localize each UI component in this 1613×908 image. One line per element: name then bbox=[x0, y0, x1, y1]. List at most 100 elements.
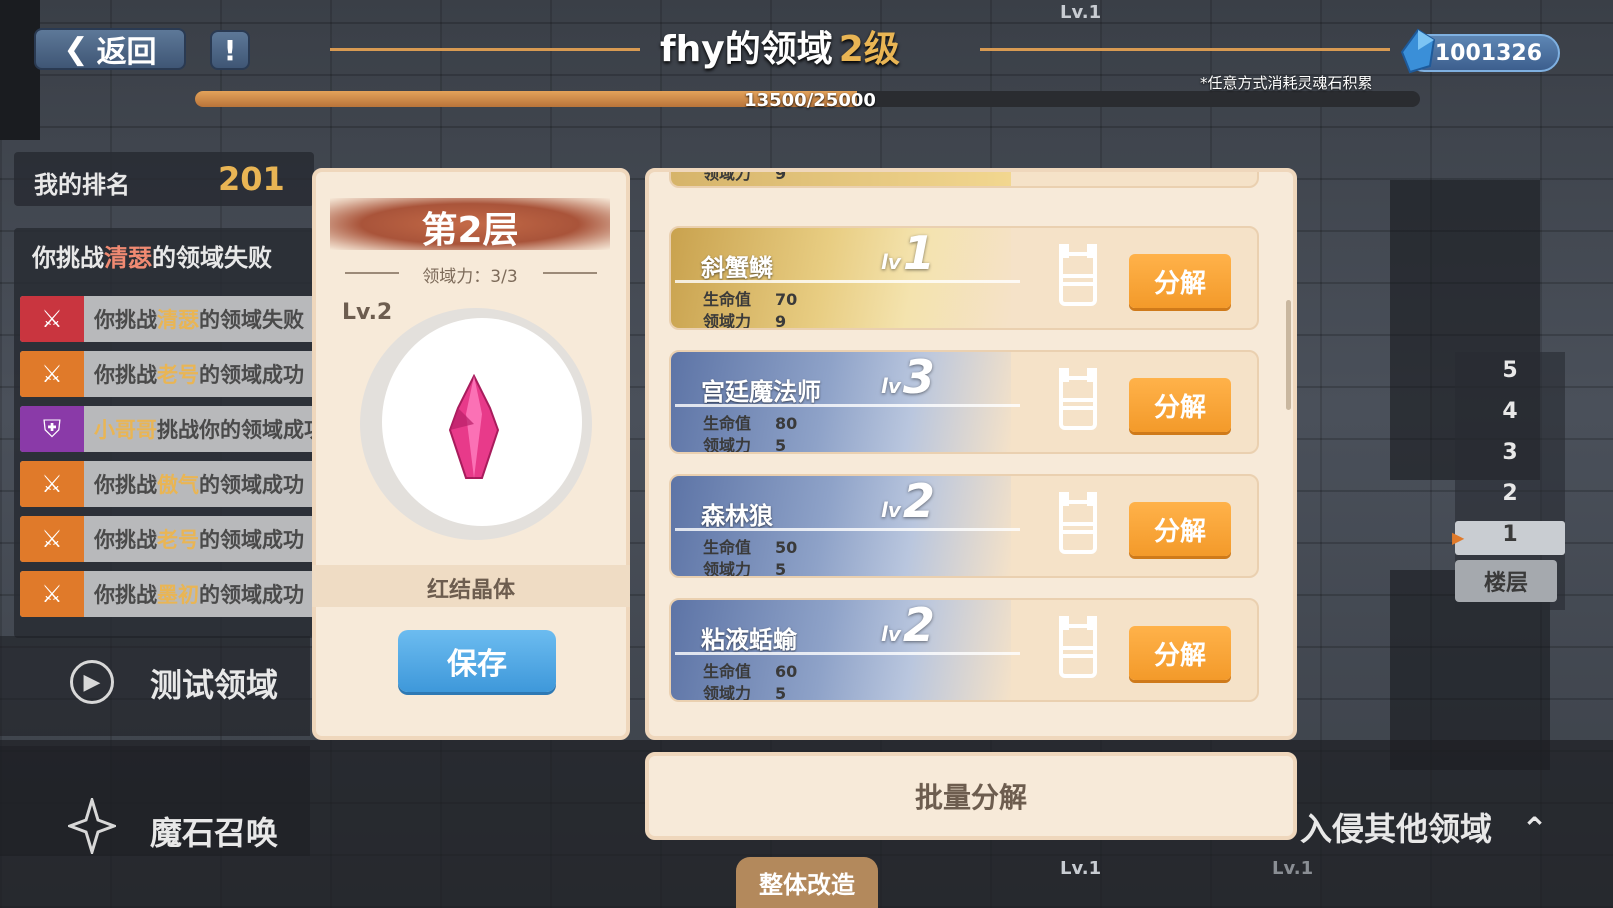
summon-star-icon bbox=[68, 798, 116, 854]
battle-log-row[interactable]: ⛨ 小哥哥挑战你的领域成功 bbox=[20, 406, 320, 452]
power-value: 5 bbox=[775, 560, 787, 578]
battle-log-row[interactable]: ⚔ 你挑战墨初的领域成功 bbox=[20, 571, 320, 617]
decompose-button[interactable]: 分解 bbox=[1129, 254, 1231, 308]
monster-card[interactable]: 粘液蛞蝓 lv2 生命值 60 领域力 5 分解 bbox=[669, 598, 1259, 702]
test-domain-label: 测试领域 bbox=[150, 666, 279, 704]
log-name: 老号 bbox=[157, 363, 199, 387]
shield-icon: ⛨ bbox=[20, 406, 84, 452]
battle-log-row[interactable]: ⚔ 你挑战傲气的领域成功 bbox=[20, 461, 320, 507]
monster-name: 森林狼 bbox=[701, 502, 773, 530]
batch-decompose-label: 批量分解 bbox=[914, 781, 1027, 814]
log-post: 的领域成功 bbox=[199, 473, 304, 497]
battle-log-text: 你挑战傲气的领域成功 bbox=[94, 469, 304, 499]
rank-value: 201 bbox=[218, 160, 285, 198]
log-post: 的领域成功 bbox=[199, 583, 304, 607]
scene-level-label: Lv.1 bbox=[1060, 2, 1102, 23]
power-label: 领域力 bbox=[703, 436, 752, 454]
monster-divider bbox=[675, 528, 1020, 531]
back-button[interactable]: ❮ 返回 bbox=[34, 28, 186, 70]
log-name: 清瑟 bbox=[157, 308, 199, 332]
invade-label: 入侵其他领域 bbox=[1300, 810, 1493, 848]
battle-log-text: 你挑战墨初的领域成功 bbox=[94, 579, 304, 609]
level-prefix: lv bbox=[881, 250, 901, 274]
monster-card[interactable]: 森林狼 lv2 生命值 50 领域力 5 分解 bbox=[669, 474, 1259, 578]
batch-decompose-button[interactable]: 批量分解 bbox=[645, 752, 1297, 840]
decompose-button[interactable]: 分解 bbox=[1129, 378, 1231, 432]
battle-log-text: 小哥哥挑战你的领域成功 bbox=[94, 414, 320, 444]
floor-number[interactable]: 1 bbox=[1455, 522, 1565, 547]
scene-level-label: Lv.1 bbox=[1060, 858, 1102, 879]
alert-button[interactable]: ! bbox=[210, 30, 250, 70]
domain-exp-text: 13500/25000 bbox=[744, 90, 876, 111]
log-name: 傲气 bbox=[157, 473, 199, 497]
invade-other-domain-button[interactable]: 入侵其他领域 ⌃ bbox=[1300, 804, 1548, 850]
monster-power: 领域力 9 bbox=[703, 308, 786, 328]
monster-power: 领域力 5 bbox=[703, 432, 786, 454]
floor-title: 第2层 bbox=[421, 210, 519, 251]
level-prefix: lv bbox=[881, 622, 901, 646]
save-button[interactable]: 保存 bbox=[398, 630, 556, 692]
monster-level: lv1 bbox=[881, 228, 935, 280]
monster-list-panel: 领域力 9 斜蟹鳞 lv1 生命值 70 领域力 9 分解 宫廷魔法师 lv3 生命值 80 领域力 5 分… bbox=[645, 168, 1297, 740]
log-name: 墨初 bbox=[157, 583, 199, 607]
hp-label: 生命值 bbox=[703, 662, 752, 681]
monster-card[interactable]: 斜蟹鳞 lv1 生命值 70 领域力 9 分解 bbox=[669, 226, 1259, 330]
battle-log-row[interactable]: ⚔ 你挑战老号的领域成功 bbox=[20, 516, 320, 562]
monster-card[interactable]: 宫廷魔法师 lv3 生命值 80 领域力 5 分解 bbox=[669, 350, 1259, 454]
sword-icon: ⚔ bbox=[20, 461, 84, 507]
stair-shadow bbox=[0, 0, 40, 140]
crystal-name: 红结晶体 bbox=[426, 578, 515, 603]
monster-power: 领域力 9 bbox=[703, 168, 787, 184]
monster-divider bbox=[675, 652, 1020, 655]
level-value: 3 bbox=[902, 350, 935, 404]
floor-number[interactable]: 3 bbox=[1455, 440, 1565, 465]
back-label: 返回 bbox=[96, 35, 157, 70]
floor-button[interactable]: 楼层 bbox=[1455, 560, 1557, 602]
battle-log-row[interactable]: ⚔ 你挑战老号的领域成功 bbox=[20, 351, 320, 397]
title-divider-right bbox=[980, 48, 1390, 51]
battle-log-row[interactable]: ⚔ 你挑战清瑟的领域失败 bbox=[20, 296, 320, 342]
log-pre: 你挑战 bbox=[94, 528, 157, 552]
battle-log-text: 你挑战老号的领域成功 bbox=[94, 524, 304, 554]
decompose-button[interactable]: 分解 bbox=[1129, 502, 1231, 556]
exclamation-icon: ! bbox=[223, 33, 237, 67]
monster-name: 斜蟹鳞 bbox=[701, 254, 773, 282]
cup-icon-band bbox=[1059, 398, 1097, 410]
level-prefix: lv bbox=[881, 498, 901, 522]
monster-list-scrollbar[interactable] bbox=[1286, 300, 1291, 410]
title-level: 2级 bbox=[838, 29, 900, 70]
log-head-post: 的领域失败 bbox=[152, 244, 272, 272]
power-value: 9 bbox=[775, 168, 787, 183]
hp-value: 50 bbox=[775, 538, 798, 557]
overall-renovation-label: 整体改造 bbox=[759, 871, 855, 899]
rank-label: 我的排名 bbox=[34, 171, 130, 199]
monster-level: lv2 bbox=[881, 476, 935, 528]
battle-log-text: 你挑战清瑟的领域失败 bbox=[94, 304, 304, 334]
hp-label: 生命值 bbox=[703, 290, 752, 309]
floor-number[interactable]: 5 bbox=[1455, 358, 1565, 383]
magic-summon-label: 魔石召唤 bbox=[150, 814, 279, 852]
power-label: 领域力 bbox=[703, 684, 752, 702]
floor-domain-power: 领域力：3/3 bbox=[422, 267, 518, 287]
monster-card-partial: 领域力 9 bbox=[669, 168, 1259, 188]
battle-log-text: 你挑战老号的领域成功 bbox=[94, 359, 304, 389]
log-name: 老号 bbox=[157, 528, 199, 552]
monster-hp: 生命值 60 bbox=[703, 658, 797, 682]
level-value: 2 bbox=[902, 598, 935, 652]
hp-value: 70 bbox=[775, 290, 798, 309]
power-label: 领域力 bbox=[703, 560, 752, 578]
sword-icon: ⚔ bbox=[20, 571, 84, 617]
log-pre: 你挑战 bbox=[94, 308, 157, 332]
monster-hp: 生命值 80 bbox=[703, 410, 797, 434]
cup-icon-band bbox=[1059, 646, 1097, 658]
floor-number[interactable]: 4 bbox=[1455, 399, 1565, 424]
log-post: 挑战你的领域成功 bbox=[157, 418, 320, 442]
decompose-button[interactable]: 分解 bbox=[1129, 626, 1231, 680]
overall-renovation-tab[interactable]: 整体改造 bbox=[736, 857, 878, 908]
monster-power: 领域力 5 bbox=[703, 680, 786, 702]
log-pre: 你挑战 bbox=[94, 583, 157, 607]
floor-number[interactable]: 2 bbox=[1455, 481, 1565, 506]
decompose-label: 分解 bbox=[1153, 516, 1206, 547]
sword-icon: ⚔ bbox=[20, 351, 84, 397]
title-divider-left bbox=[330, 48, 640, 51]
